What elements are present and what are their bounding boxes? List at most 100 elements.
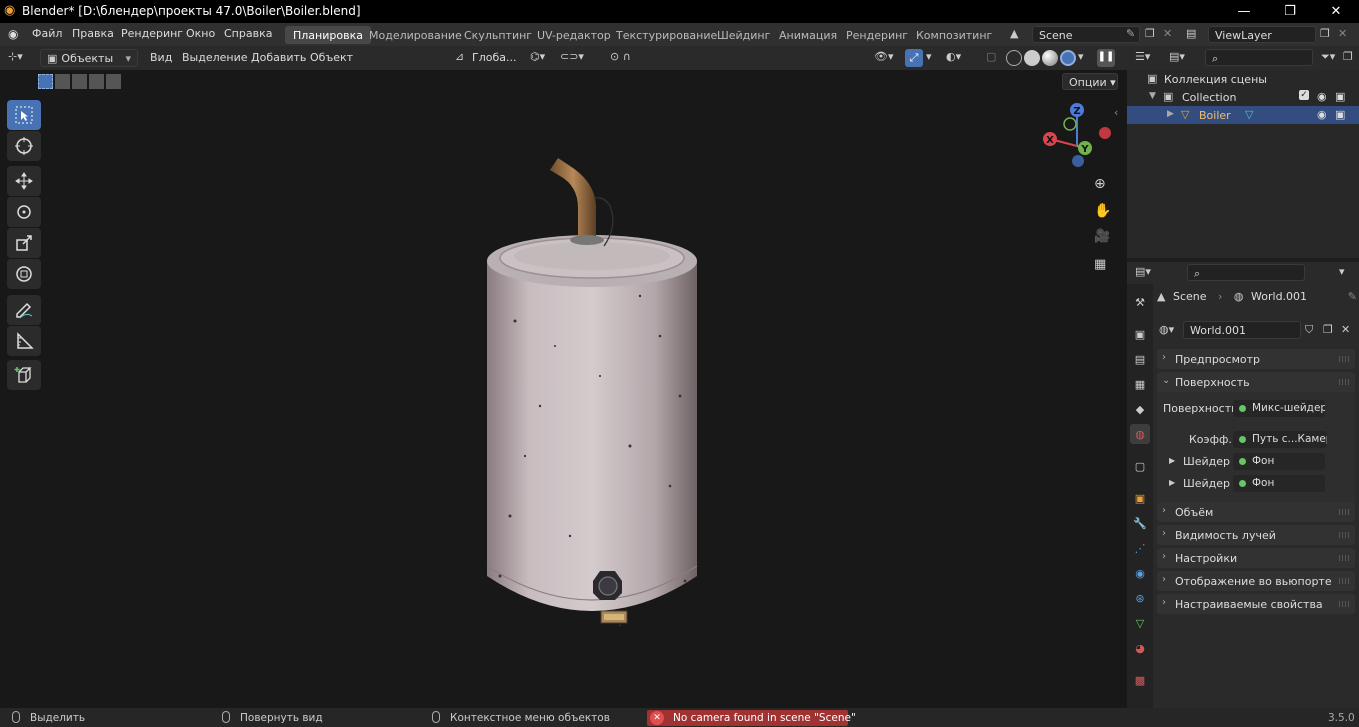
wireframe-shading-icon[interactable] [1006,50,1022,66]
texture-tab-icon[interactable]: ▩ [1130,670,1150,690]
new-scene-icon[interactable]: ❐ [1145,27,1155,40]
blender-menu-icon[interactable]: ◉ [8,27,18,41]
cursor-tool[interactable] [7,131,41,161]
fake-user-shield-icon[interactable]: ⛉ [1305,323,1313,337]
drag-grip-icon[interactable] [1339,578,1351,584]
drag-grip-icon[interactable] [1339,379,1351,385]
select-subtract-icon[interactable] [72,74,87,89]
outliner-row-collection[interactable]: ▼ ▣ Collection ✓ ◉ ▣ [1127,88,1359,106]
menu-object[interactable]: Объект [310,51,353,64]
tab-compositing[interactable]: Композитинг [908,26,1000,44]
world-tab-icon[interactable]: ◍ [1130,424,1150,444]
editor-type-icon[interactable]: ⊹▾ [8,50,23,63]
drag-grip-icon[interactable] [1339,601,1351,607]
view-layer-selector[interactable]: ViewLayer [1208,26,1316,43]
proportional-edit-icon[interactable]: ⊙ ∩ [610,50,631,63]
delete-scene-icon[interactable]: ✕ [1163,27,1172,40]
view-layer-icon[interactable]: ▤ [1186,27,1196,40]
outliner-row-boiler[interactable]: ▶ ▽ Boiler ▽ ◉ ▣ [1127,106,1359,124]
outliner-search-input[interactable]: ⌕ [1205,49,1313,66]
outliner-editor-icon[interactable]: ☰▾ [1135,50,1150,63]
gizmo-neg-z-axis[interactable] [1072,155,1084,167]
transform-orientation-selector[interactable]: Глоба... [472,51,516,64]
pan-hand-icon[interactable]: ✋ [1094,203,1111,219]
drag-grip-icon[interactable] [1339,509,1351,515]
gizmo-neg-y-axis[interactable] [1063,117,1077,131]
gizmo-toggle-icon[interactable]: ⤢ [905,49,923,67]
select-intersect-icon[interactable] [106,74,121,89]
particles-tab-icon[interactable]: ⋰ [1130,538,1150,558]
collection-tab-icon[interactable]: ▢ [1130,456,1150,476]
shading-dropdown-icon[interactable]: ▾ [1078,50,1084,63]
expand-chevron-icon[interactable]: ▼ [1149,91,1156,101]
pin-icon[interactable]: ✎ [1348,290,1357,303]
scale-tool[interactable] [7,228,41,258]
physics-tab-icon[interactable]: ◉ [1130,563,1150,583]
tab-animation[interactable]: Анимация [771,26,845,44]
gizmo-dropdown-icon[interactable]: ▾ [926,50,932,63]
menu-window[interactable]: Окно [186,27,215,40]
filter-icon[interactable]: ⏷▾ [1321,50,1335,64]
pause-render-icon[interactable]: ❚❚ [1097,49,1115,67]
delete-view-layer-icon[interactable]: ✕ [1338,27,1347,40]
perspective-grid-icon[interactable]: ▦ [1094,257,1106,272]
tab-sculpting[interactable]: Скульптинг [456,26,540,44]
object-tab-icon[interactable]: ▣ [1130,488,1150,508]
shader2-selector[interactable]: Фон [1233,475,1325,492]
panel-settings[interactable]: › Настройки [1157,548,1355,568]
outliner-row-scene-collection[interactable]: ▣ Коллекция сцены [1127,70,1359,88]
render-tab-icon[interactable]: ▣ [1130,324,1150,344]
overlay-icon[interactable]: ◐▾ [946,50,961,63]
shader1-selector[interactable]: Фон [1233,453,1325,470]
pin-icon[interactable]: ✎ [1126,27,1135,40]
scene-selector[interactable]: Scene [1032,26,1140,43]
constraints-tab-icon[interactable]: ⊛ [1130,588,1150,608]
view-layer-tab-icon[interactable]: ▦ [1130,374,1150,394]
collection-checkbox[interactable]: ✓ [1299,90,1309,100]
expand-shader-icon[interactable]: ▶ [1169,456,1175,465]
expand-shader-icon[interactable]: ▶ [1169,478,1175,487]
move-tool[interactable] [7,166,41,196]
panel-viewport-display[interactable]: › Отображение во вьюпорте [1157,571,1355,591]
3d-viewport[interactable]: ⊹▾ ▣ Объекты ▾ Вид Выделение Добавить Объе… [0,46,1127,708]
annotate-tool[interactable] [7,295,41,325]
select-box-tool[interactable] [7,100,41,130]
tab-shading[interactable]: Шейдинг [709,26,778,44]
properties-search-input[interactable]: ⌕ [1187,264,1305,281]
world-browse-icon[interactable]: ◍▾ [1159,323,1174,336]
camera-render-icon[interactable]: ▣ [1335,108,1345,121]
error-report[interactable]: ✕ No camera found in scene "Scene" [647,710,856,726]
pivot-icon[interactable]: ⌬▾ [530,50,545,63]
mesh-data-icon[interactable]: ▽ [1245,108,1253,121]
maximize-icon[interactable]: ❐ [1267,0,1313,23]
rendered-shading-icon[interactable] [1060,50,1076,66]
new-collection-icon[interactable]: ❐ [1343,50,1353,63]
unlink-icon[interactable]: ✕ [1341,323,1350,336]
drag-grip-icon[interactable] [1339,555,1351,561]
menu-file[interactable]: Файл [32,27,62,40]
drag-grip-icon[interactable] [1339,356,1351,362]
material-tab-icon[interactable]: ◕ [1130,638,1150,658]
eye-icon[interactable]: ◉ [1317,90,1327,103]
camera-view-icon[interactable]: 🎥 [1094,229,1110,244]
menu-help[interactable]: Справка [224,27,272,40]
select-new-icon[interactable] [38,74,53,89]
panel-ray-visibility[interactable]: › Видимость лучей [1157,525,1355,545]
new-view-layer-icon[interactable]: ❐ [1320,27,1330,40]
eye-icon[interactable]: ◉ [1317,108,1327,121]
tool-tab-icon[interactable]: ⚒ [1130,292,1150,312]
scene-icon[interactable]: ▲ [1010,27,1018,40]
menu-edit[interactable]: Правка [72,27,114,40]
navigation-gizmo[interactable]: Z Y X [1036,100,1118,182]
material-shading-icon[interactable] [1042,50,1058,66]
menu-view[interactable]: Вид [150,51,172,64]
gizmo-neg-x-axis[interactable] [1099,127,1111,139]
data-tab-icon[interactable]: ▽ [1130,613,1150,633]
xray-icon[interactable]: ▢ [986,50,996,63]
properties-editor-icon[interactable]: ▤▾ [1135,265,1151,278]
panel-surface-header[interactable]: ⌄ Поверхность [1157,372,1355,392]
snap-icon[interactable]: ⊂⊃▾ [560,50,584,63]
duplicate-icon[interactable]: ❐ [1323,323,1333,336]
menu-render[interactable]: Рендеринг [121,27,183,40]
scene-tab-icon[interactable]: ◆ [1130,399,1150,419]
